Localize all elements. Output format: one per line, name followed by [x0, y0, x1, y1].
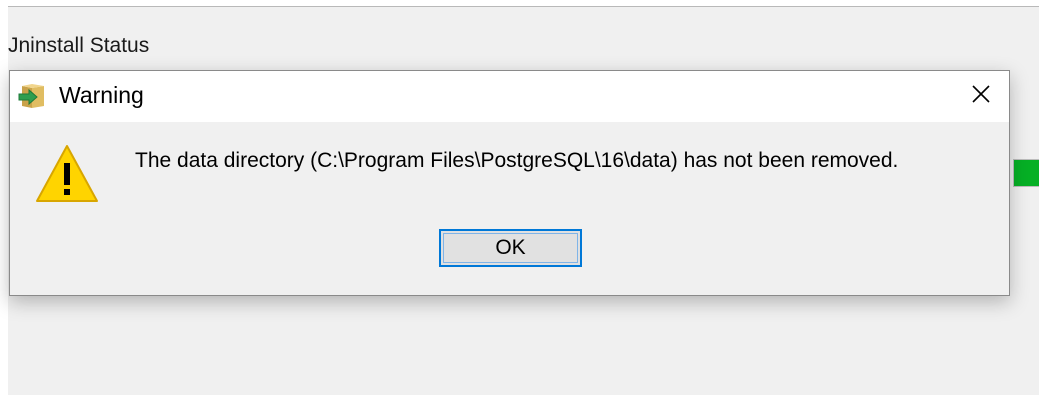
- warning-message: The data directory (C:\Program Files\Pos…: [135, 149, 899, 172]
- ok-button-focus-ring: [443, 233, 578, 263]
- dialog-titlebar[interactable]: Warning: [10, 71, 1009, 122]
- warning-triangle-icon: [34, 141, 100, 207]
- progress-bar: [1013, 159, 1039, 187]
- ok-button[interactable]: OK: [439, 229, 582, 267]
- close-icon: [970, 83, 992, 110]
- close-button[interactable]: [953, 71, 1009, 122]
- uninstall-status-heading: Jninstall Status: [8, 34, 150, 57]
- installer-package-icon: [18, 84, 48, 110]
- dialog-title: Warning: [59, 82, 144, 108]
- warning-dialog: Warning The data directory (C:\Program F…: [9, 70, 1010, 296]
